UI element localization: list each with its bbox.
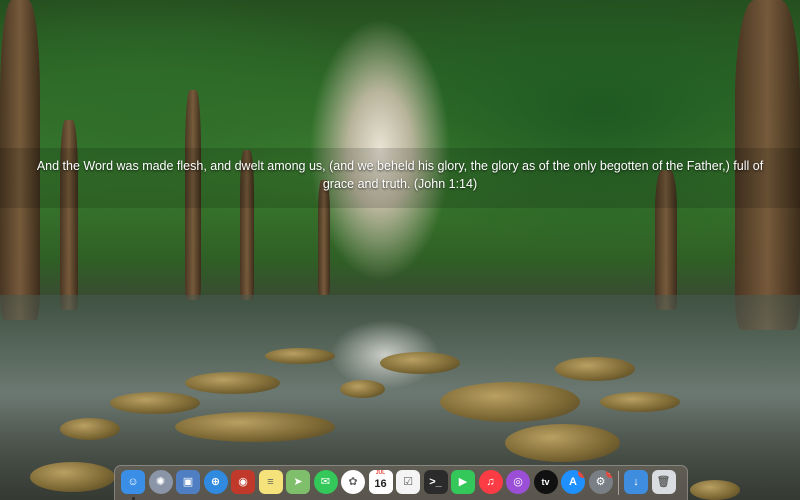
mossy-rock [440, 382, 580, 422]
finder-icon[interactable]: ☺ [121, 470, 145, 494]
calendar-day-label: 16 [368, 477, 393, 492]
verse-line-2: grace and truth. (John 1:14) [322, 177, 478, 191]
photo-booth-icon[interactable]: ◉ [231, 470, 255, 494]
launchpad-icon[interactable]: ✺ [148, 470, 173, 494]
mossy-rock [60, 418, 120, 440]
notification-badge: 8 [578, 470, 585, 478]
safari-icon[interactable]: ⊕ [203, 470, 228, 494]
messages-icon[interactable]: ✉ [313, 470, 338, 494]
dock: ☺ ✺ ▣ ⊕ ◉ ≡ ➤ ✉ ✿ JUL 16 ☑ >_ ▶ ♫ ◎ tv A 8 ⚙ 1 ↓ 🗑 [114, 465, 688, 500]
tv-label: tv [541, 477, 550, 487]
mossy-rock [110, 392, 200, 414]
mossy-rock [340, 380, 385, 398]
facetime-icon[interactable]: ▶ [451, 470, 475, 494]
podcasts-icon[interactable]: ◎ [506, 470, 530, 494]
mossy-rock [555, 357, 635, 381]
trash-icon[interactable]: 🗑 [651, 470, 676, 494]
preview-icon[interactable]: ▣ [176, 470, 200, 494]
mossy-rock [30, 462, 115, 492]
notification-badge: 1 [605, 470, 613, 478]
desktop: And the Word was made flesh, and dwelt a… [0, 0, 800, 500]
reminders-icon[interactable]: ☑ [396, 470, 420, 494]
system-preferences-icon[interactable]: ⚙ 1 [588, 470, 613, 494]
calendar-icon[interactable]: JUL 16 [368, 470, 393, 494]
app-store-icon[interactable]: A8 [561, 470, 585, 494]
downloads-folder-icon[interactable]: ↓ [624, 470, 648, 494]
maps-icon[interactable]: ➤ [286, 470, 310, 494]
mossy-rock [505, 424, 620, 462]
mossy-rock [600, 392, 680, 412]
mossy-rock [265, 348, 335, 364]
music-icon[interactable]: ♫ [478, 470, 503, 494]
photos-icon[interactable]: ✿ [341, 470, 365, 494]
terminal-icon[interactable]: >_ [423, 470, 448, 494]
dock-separator [618, 471, 619, 495]
calendar-month-label: JUL [368, 470, 393, 477]
mossy-rock [380, 352, 460, 374]
mossy-rock [185, 372, 280, 394]
notes-icon[interactable]: ≡ [258, 470, 283, 494]
mossy-rock [690, 480, 740, 500]
apple-tv-icon[interactable]: tv [533, 470, 558, 494]
verse-caption: And the Word was made flesh, and dwelt a… [0, 148, 800, 208]
mossy-rock [175, 412, 335, 442]
verse-line-1: And the Word was made flesh, and dwelt a… [36, 159, 764, 173]
